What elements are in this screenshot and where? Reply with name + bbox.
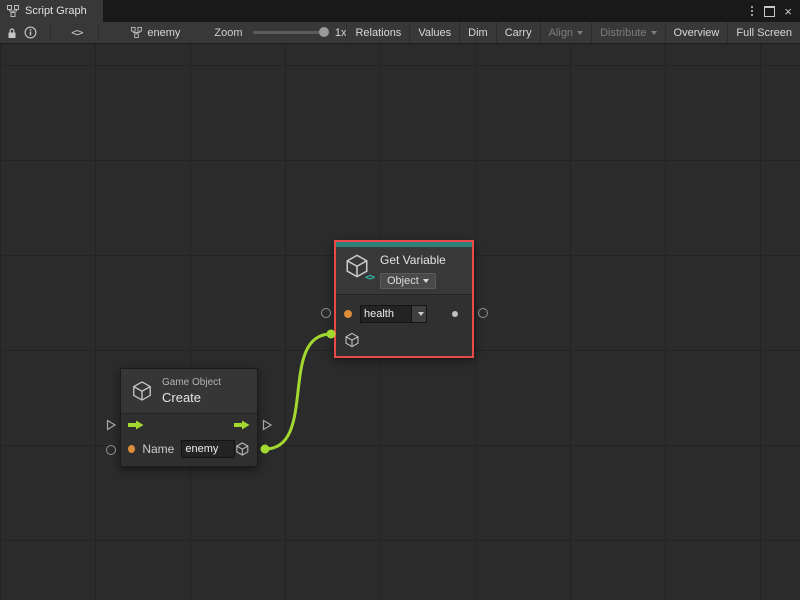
value-output-port[interactable] [478,308,488,318]
align-button[interactable]: Align [540,22,591,43]
variable-name-input[interactable] [360,305,412,323]
scope-dropdown[interactable]: Object [380,273,436,289]
dim-button[interactable]: Dim [459,22,496,43]
get-variable-node[interactable]: <> Get Variable Object [334,240,474,358]
get-variable-body [336,295,472,356]
flow-out-arrow-icon [234,420,250,430]
object-target-cube-icon [344,332,360,348]
control-output-port[interactable] [261,419,273,431]
name-row: Name [121,436,257,466]
dim-label: Dim [468,27,488,39]
create-node[interactable]: Game Object Create Name [120,368,258,467]
chevron-down-icon [418,312,424,316]
full-screen-button[interactable]: Full Screen [727,22,800,43]
relations-button[interactable]: Relations [346,22,409,43]
close-icon[interactable]: × [784,5,792,18]
align-label: Align [549,27,573,39]
carry-button[interactable]: Carry [496,22,540,43]
object-target-row [336,332,472,350]
create-node-header: Game Object Create [121,369,257,413]
code-icon[interactable]: <> [67,22,86,44]
variable-code-icon: <> [365,273,374,283]
zoom-value: 1x [335,27,347,39]
chevron-down-icon [423,279,429,283]
graph-toolbar: <> enemy Zoom 1x Relations Values Dim Ca… [0,22,800,44]
name-input[interactable] [181,440,235,458]
values-label: Values [418,27,451,39]
value-output-dot [452,311,458,317]
get-variable-header: <> Get Variable Object [336,247,472,294]
zoom-slider-handle[interactable] [319,27,329,37]
create-node-title: Create [162,390,221,405]
window-titlebar: Script Graph × [0,0,800,22]
script-graph-icon [7,5,19,17]
value-input-dot [128,445,135,453]
control-flow-row [121,414,257,436]
variable-dropdown-button[interactable] [412,305,427,323]
name-input-port[interactable] [321,308,331,318]
graph-canvas[interactable]: Game Object Create Name [0,44,800,600]
graph-name-label: enemy [147,27,180,39]
kebab-menu-icon[interactable] [749,4,755,18]
value-input-dot [344,310,352,318]
tab-script-graph[interactable]: Script Graph [0,0,103,22]
get-variable-icon: <> [344,253,371,281]
values-button[interactable]: Values [409,22,459,43]
chevron-down-icon [651,31,657,35]
wire-start-dot [261,445,270,454]
create-node-subtitle: Game Object [162,377,221,388]
game-object-output-icon [235,441,250,457]
overview-button[interactable]: Overview [665,22,728,43]
tab-title: Script Graph [25,5,87,17]
zoom-slider[interactable] [253,31,326,34]
scope-label: Object [387,275,419,287]
distribute-button[interactable]: Distribute [591,22,664,43]
flow-in-arrow-icon [128,420,144,430]
variable-name-field[interactable] [360,305,427,323]
zoom-label: Zoom [214,27,242,39]
maximize-icon[interactable] [764,6,775,17]
info-icon[interactable] [21,22,40,44]
graph-name-display: enemy [131,27,180,39]
carry-label: Carry [505,27,532,39]
chevron-down-icon [577,31,583,35]
window-controls: × [749,0,800,22]
distribute-label: Distribute [600,27,646,39]
lock-icon[interactable] [2,22,21,44]
control-input-port[interactable] [105,419,117,431]
name-label: Name [142,442,174,456]
graph-asset-icon [131,27,142,38]
toolbar-separator [50,25,51,41]
toolbar-buttons: Relations Values Dim Carry Align Distrib… [346,22,800,43]
full-screen-label: Full Screen [736,27,792,39]
toolbar-separator [98,25,99,41]
get-variable-title: Get Variable [380,253,446,267]
overview-label: Overview [674,27,720,39]
name-value-port[interactable] [106,445,116,455]
variable-name-row [336,303,472,325]
relations-label: Relations [355,27,401,39]
cube-icon [131,380,153,402]
